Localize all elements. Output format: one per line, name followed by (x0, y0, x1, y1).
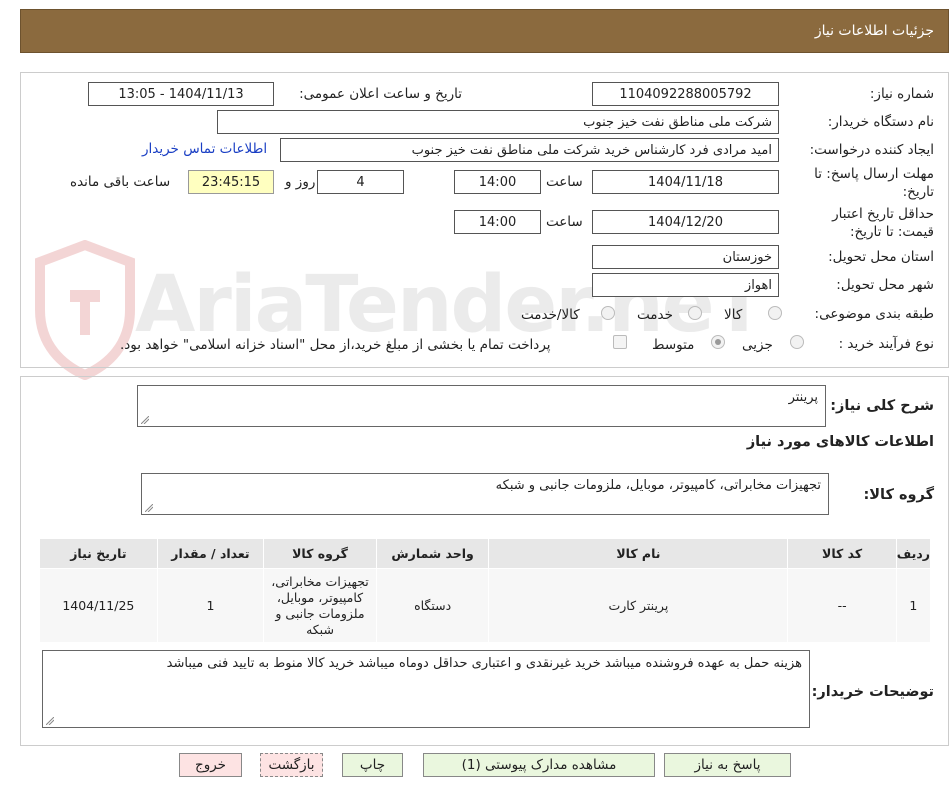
resize-grip-icon[interactable] (145, 504, 153, 512)
process-medium-label: متوسط (652, 337, 695, 353)
validity-time-label: ساعت (546, 214, 583, 230)
category-goods-service-radio[interactable] (601, 306, 615, 320)
back-button[interactable]: بازگشت (260, 753, 323, 777)
creator-field[interactable]: امید مرادی فرد کارشناس خرید شرکت ملی منا… (280, 138, 779, 162)
col-group: گروه کالا (263, 538, 377, 569)
category-service-label: خدمت (637, 307, 673, 323)
col-name: نام کالا (488, 538, 789, 569)
deadline-time-label: ساعت (546, 174, 583, 190)
cell-code: -- (787, 568, 897, 643)
validity-time-field[interactable]: 14:00 (454, 210, 541, 234)
table-header-row: ردیف کد کالا نام کالا واحد شمارش گروه کا… (39, 538, 932, 569)
goods-table: ردیف کد کالا نام کالا واحد شمارش گروه کا… (39, 538, 932, 643)
category-service-radio[interactable] (688, 306, 702, 320)
notes-text: هزینه حمل به عهده فروشنده میباشد خرید غی… (166, 656, 802, 671)
process-label: نوع فرآیند خرید : (838, 336, 934, 352)
cell-name: پرینتر کارت (488, 568, 789, 643)
days-field[interactable]: 4 (317, 170, 404, 194)
category-goods-label: کالا (724, 307, 743, 323)
exit-button[interactable]: خروج (179, 753, 242, 777)
col-unit: واحد شمارش (375, 538, 490, 569)
attachments-button[interactable]: مشاهده مدارک پیوستی (1) (423, 753, 655, 777)
summary-textarea[interactable]: پرینتر (137, 385, 826, 427)
category-label: طبقه بندی موضوعی: (814, 306, 934, 322)
col-date: تاریخ نیاز (39, 538, 158, 569)
resize-grip-icon[interactable] (46, 717, 54, 725)
summary-label: شرح کلی نیاز: (830, 398, 934, 414)
cell-group: تجهیزات مخابراتی، کامپیوتر، موبایل، ملزو… (263, 568, 377, 643)
goods-info-title: اطلاعات کالاهای مورد نیاز (746, 434, 934, 450)
process-medium-radio[interactable] (711, 335, 725, 349)
days-label: روز و (285, 174, 316, 190)
deadline-label: مهلت ارسال پاسخ: تا تاریخ: (814, 166, 934, 200)
process-minor-radio[interactable] (790, 335, 804, 349)
validity-date-field[interactable]: 1404/12/20 (592, 210, 779, 234)
goods-group-text: تجهیزات مخابراتی، کامپیوتر، موبایل، ملزو… (495, 478, 821, 493)
goods-group-label: گروه کالا: (863, 487, 934, 503)
remaining-label: ساعت باقی مانده (70, 174, 171, 190)
validity-label: حداقل تاریخ اعتبار قیمت: تا تاریخ: (832, 206, 934, 240)
need-number-field[interactable]: 1104092288005792 (592, 82, 779, 106)
payment-note: پرداخت تمام یا بخشی از مبلغ خرید،از محل … (120, 337, 551, 353)
deadline-time-field[interactable]: 14:00 (454, 170, 541, 194)
col-row: ردیف (895, 538, 932, 569)
cell-row: 1 (895, 568, 932, 643)
page-header: جزئیات اطلاعات نیاز (20, 9, 949, 53)
cell-unit: دستگاه (375, 568, 490, 643)
page-title: جزئیات اطلاعات نیاز (814, 23, 934, 39)
resize-grip-icon[interactable] (141, 416, 149, 424)
announce-field[interactable]: 1404/11/13 - 13:05 (88, 82, 274, 106)
announce-label: تاریخ و ساعت اعلان عمومی: (299, 86, 462, 102)
col-code: کد کالا (787, 538, 897, 569)
buyer-contact-link[interactable]: اطلاعات تماس خریدار (142, 141, 267, 157)
treasury-checkbox[interactable] (613, 335, 627, 349)
need-number-label: شماره نیاز: (869, 86, 934, 102)
process-minor-label: جزیی (742, 337, 773, 353)
category-goods-radio[interactable] (768, 306, 782, 320)
city-field[interactable]: اهواز (592, 273, 779, 297)
category-goods-service-label: کالا/خدمت (521, 307, 580, 323)
notes-textarea[interactable]: هزینه حمل به عهده فروشنده میباشد خرید غی… (42, 650, 810, 728)
cell-qty: 1 (156, 568, 265, 643)
deadline-date-field[interactable]: 1404/11/18 (592, 170, 779, 194)
province-field[interactable]: خوزستان (592, 245, 779, 269)
buyer-label: نام دستگاه خریدار: (827, 114, 934, 130)
col-qty: تعداد / مقدار (156, 538, 265, 569)
goods-group-textarea[interactable]: تجهیزات مخابراتی، کامپیوتر، موبایل، ملزو… (141, 473, 829, 515)
remaining-time-field: 23:45:15 (188, 170, 274, 194)
buyer-field[interactable]: شرکت ملی مناطق نفت خیز جنوب (217, 110, 779, 134)
print-button[interactable]: چاپ (342, 753, 403, 777)
province-label: استان محل تحویل: (828, 249, 934, 265)
reply-button[interactable]: پاسخ به نیاز (664, 753, 791, 777)
notes-label: توضیحات خریدار: (811, 684, 934, 700)
city-label: شهر محل تحویل: (836, 277, 934, 293)
summary-text: پرینتر (788, 390, 818, 405)
creator-label: ایجاد کننده درخواست: (809, 142, 934, 158)
cell-date: 1404/11/25 (39, 568, 158, 643)
table-row: 1 -- پرینتر کارت دستگاه تجهیزات مخابراتی… (39, 568, 932, 643)
